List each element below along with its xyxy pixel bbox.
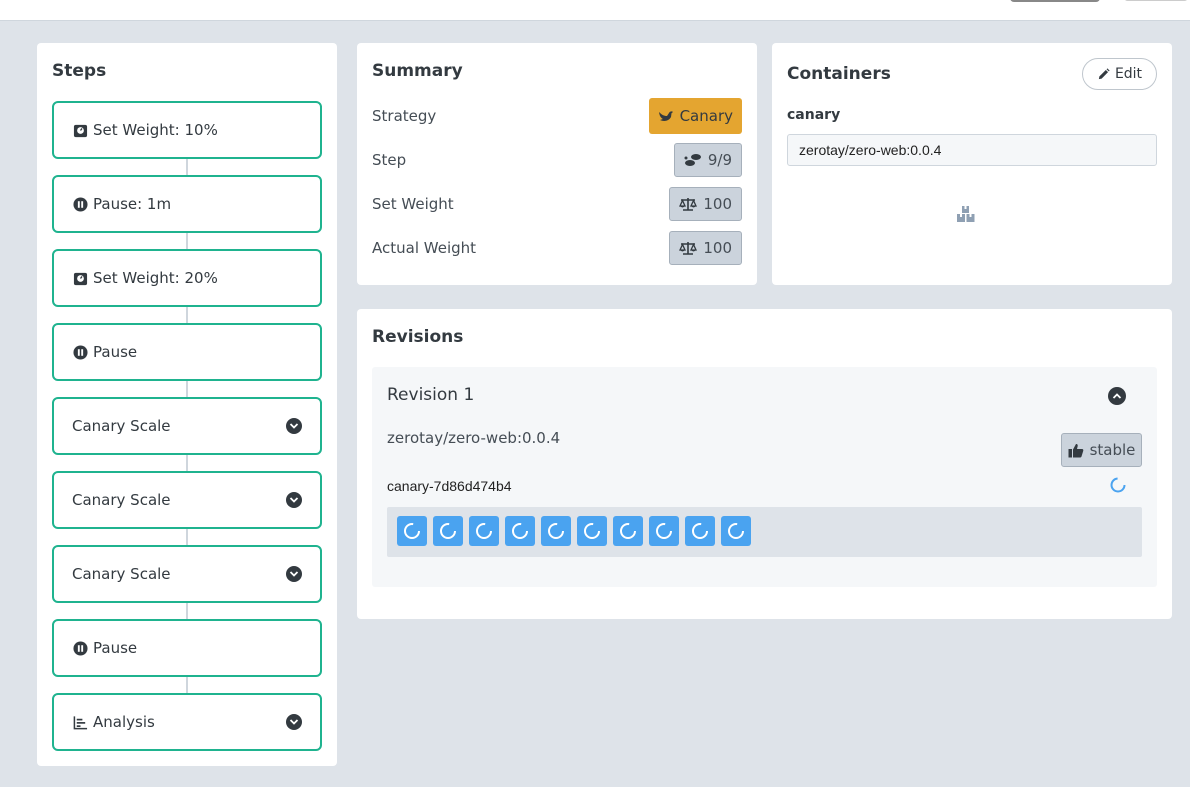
balance-scale-icon (679, 241, 698, 255)
pause-icon (72, 344, 88, 360)
pod-status[interactable] (613, 516, 643, 546)
bird-icon (658, 110, 673, 121)
chevron-down-icon[interactable] (286, 492, 302, 508)
chevron-down-icon[interactable] (286, 418, 302, 434)
steps-title: Steps (52, 61, 107, 81)
revision-title: Revision 1 (387, 385, 475, 405)
pod-status[interactable] (649, 516, 679, 546)
step-connector (186, 529, 188, 545)
step-canary-scale[interactable]: Canary Scale (52, 545, 322, 603)
top-bar-button-secondary[interactable] (1124, 0, 1188, 1)
pause-icon (72, 196, 88, 212)
step-canary-scale[interactable]: Canary Scale (52, 471, 322, 529)
edit-button[interactable]: Edit (1082, 58, 1157, 90)
spinner-icon (728, 523, 744, 539)
step-pause[interactable]: Pause (52, 619, 322, 677)
summary-label: Actual Weight (372, 239, 477, 257)
containers-card: Containers Edit canary zerotay/zero-web:… (772, 43, 1172, 285)
step-set-weight-10[interactable]: Set Weight: 10% (52, 101, 322, 159)
pod-status[interactable] (505, 516, 535, 546)
pod-status[interactable] (433, 516, 463, 546)
pod-status[interactable] (397, 516, 427, 546)
set-weight-badge: 100 (669, 187, 742, 221)
step-connector (186, 455, 188, 471)
step-pause-1m[interactable]: Pause: 1m (52, 175, 322, 233)
step-label: Canary Scale (72, 417, 171, 435)
summary-title: Summary (372, 61, 463, 81)
spinner-icon (584, 523, 600, 539)
step-connector (186, 603, 188, 619)
weight-icon (72, 270, 88, 286)
pod-status[interactable] (541, 516, 571, 546)
revision-image: zerotay/zero-web:0.0.4 (387, 429, 561, 447)
summary-label: Set Weight (372, 195, 454, 213)
step-label: Set Weight: 20% (93, 269, 218, 287)
spinner-icon (440, 523, 456, 539)
container-name-label: canary (787, 107, 841, 123)
step-label: Analysis (93, 713, 155, 731)
top-bar (0, 0, 1190, 21)
boxes-icon (956, 205, 976, 227)
step-connector (186, 677, 188, 693)
pod-status[interactable] (469, 516, 499, 546)
spinner-icon (476, 523, 492, 539)
shoe-prints-icon (684, 154, 701, 166)
revisions-title: Revisions (372, 327, 464, 347)
step-pause[interactable]: Pause (52, 323, 322, 381)
step-label: Set Weight: 10% (93, 121, 218, 139)
spinner-icon (692, 523, 708, 539)
summary-card: Summary Strategy Canary Step 9/9 Set Wei… (357, 43, 757, 285)
spinner-icon (512, 523, 528, 539)
step-label: Canary Scale (72, 565, 171, 583)
actual-weight-badge: 100 (669, 231, 742, 265)
step-connector (186, 381, 188, 397)
step-set-weight-20[interactable]: Set Weight: 20% (52, 249, 322, 307)
step-label: Pause: 1m (93, 195, 172, 213)
step-canary-scale[interactable]: Canary Scale (52, 397, 322, 455)
strategy-badge: Canary (648, 98, 742, 134)
spinner-icon (620, 523, 636, 539)
replicaset-name: canary-7d86d474b4 (387, 478, 512, 494)
weight-icon (72, 122, 88, 138)
stable-badge[interactable]: stable (1061, 433, 1142, 467)
revisions-card: Revisions Revision 1 zerotay/zero-web:0.… (357, 309, 1172, 619)
chevron-down-icon[interactable] (286, 566, 302, 582)
step-label: Pause (93, 639, 138, 657)
balance-scale-icon (679, 197, 698, 211)
thumbs-up-icon (1068, 443, 1083, 457)
top-bar-button[interactable] (1010, 0, 1100, 2)
revision-panel: Revision 1 zerotay/zero-web:0.0.4 stable… (372, 367, 1157, 587)
step-badge: 9/9 (673, 143, 742, 177)
chart-icon (72, 714, 88, 730)
pause-icon (72, 640, 88, 656)
spinner-icon (404, 523, 420, 539)
pod-status[interactable] (721, 516, 751, 546)
step-connector (186, 233, 188, 249)
chevron-up-icon[interactable] (1108, 387, 1126, 405)
pod-status[interactable] (685, 516, 715, 546)
spinner-icon (548, 523, 564, 539)
chevron-down-icon[interactable] (286, 714, 302, 730)
pods-strip (387, 507, 1142, 557)
summary-row-strategy: Strategy Canary (372, 98, 742, 134)
spinner-icon (1110, 477, 1126, 497)
step-analysis[interactable]: Analysis (52, 693, 322, 751)
step-connector (186, 159, 188, 175)
step-label: Canary Scale (72, 491, 171, 509)
summary-label: Step (372, 151, 407, 169)
pencil-icon (1098, 67, 1110, 79)
container-image-field[interactable]: zerotay/zero-web:0.0.4 (787, 134, 1157, 166)
step-connector (186, 307, 188, 323)
step-label: Pause (93, 343, 138, 361)
pod-status[interactable] (577, 516, 607, 546)
summary-label: Strategy (372, 107, 437, 125)
summary-row-step: Step 9/9 (372, 142, 742, 178)
steps-card: Steps Set Weight: 10% Pause: 1m Set Weig… (37, 43, 337, 766)
summary-row-set-weight: Set Weight 100 (372, 186, 742, 222)
spinner-icon (656, 523, 672, 539)
summary-row-actual-weight: Actual Weight 100 (372, 230, 742, 266)
containers-title: Containers (787, 64, 891, 84)
